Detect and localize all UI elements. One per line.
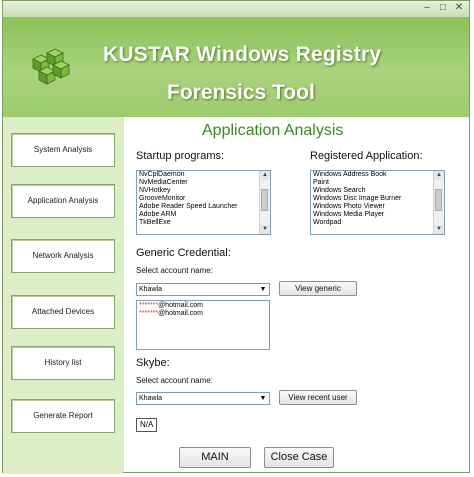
app-window: – □ ✕ KUSTAR Windows Registry Forensics … bbox=[2, 0, 470, 474]
header-banner: KUSTAR Windows Registry Forensics Tool bbox=[3, 17, 469, 117]
list-item[interactable]: *******@hotmail.com bbox=[139, 302, 267, 310]
scroll-down-icon[interactable]: ▼ bbox=[434, 225, 444, 234]
list-item[interactable]: *******@hotmail.com bbox=[139, 310, 267, 318]
list-item[interactable]: NvMediaCenter bbox=[137, 179, 270, 187]
registered-scrollbar[interactable]: ▲ ▼ bbox=[433, 171, 444, 234]
chevron-down-icon[interactable]: ▼ bbox=[257, 284, 269, 295]
scroll-thumb[interactable] bbox=[435, 189, 442, 211]
list-item[interactable]: NvCplDaemon bbox=[137, 171, 270, 179]
network-analysis-button[interactable]: Network Analysis bbox=[11, 239, 115, 273]
close-icon[interactable]: ✕ bbox=[453, 3, 465, 13]
list-item[interactable]: Windows Photo Viewer bbox=[311, 203, 444, 211]
page-title: Application Analysis bbox=[202, 122, 344, 139]
skype-result: N/A bbox=[136, 418, 158, 432]
app-title-line2: Forensics Tool bbox=[167, 81, 315, 104]
view-generic-button[interactable]: View generic bbox=[279, 281, 357, 296]
skype-account-select[interactable]: Khawla ▼ bbox=[136, 392, 270, 405]
generate-report-button[interactable]: Generate Report bbox=[11, 399, 115, 433]
skype-label: Skybe: bbox=[136, 357, 170, 369]
list-item[interactable]: Windows Media Player bbox=[311, 211, 444, 219]
generic-account-select[interactable]: Khawla ▼ bbox=[136, 283, 270, 296]
chevron-down-icon[interactable]: ▼ bbox=[257, 393, 269, 404]
generic-accounts-list[interactable]: *******@hotmail.com *******@hotmail.com bbox=[136, 300, 270, 350]
list-item[interactable]: Windows Address Book bbox=[311, 171, 444, 179]
registered-application-list[interactable]: Windows Address Book Paint Windows Searc… bbox=[310, 170, 445, 235]
system-analysis-button[interactable]: System Analysis bbox=[11, 133, 115, 167]
registry-cubes-logo-icon bbox=[32, 48, 70, 85]
list-item[interactable]: Adobe ARM bbox=[137, 211, 270, 219]
skype-account-value: Khawla bbox=[139, 395, 162, 402]
minimize-icon[interactable]: – bbox=[421, 3, 433, 13]
list-item[interactable]: Windows Search bbox=[311, 187, 444, 195]
title-bar: – □ ✕ bbox=[3, 1, 469, 17]
list-item[interactable]: Wordpad bbox=[311, 219, 444, 227]
sidebar: System Analysis Application Analysis Net… bbox=[3, 117, 123, 474]
registered-application-label: Registered Application: bbox=[310, 150, 423, 162]
maximize-icon[interactable]: □ bbox=[437, 3, 449, 13]
close-case-button[interactable]: Close Case bbox=[264, 447, 334, 468]
list-item[interactable]: TkBellExe bbox=[137, 219, 270, 227]
startup-scrollbar[interactable]: ▲ ▼ bbox=[259, 171, 270, 234]
skype-select-account-label: Select account name: bbox=[136, 376, 213, 385]
list-item[interactable]: GrooveMonitor bbox=[137, 195, 270, 203]
generic-credential-label: Generic Credential: bbox=[136, 247, 231, 259]
scroll-down-icon[interactable]: ▼ bbox=[260, 225, 270, 234]
main-panel: Application Analysis Startup programs: N… bbox=[124, 117, 469, 472]
startup-programs-list[interactable]: NvCplDaemon NvMediaCenter NVHotkey Groov… bbox=[136, 170, 271, 235]
scroll-up-icon[interactable]: ▲ bbox=[260, 171, 270, 180]
view-recent-user-button[interactable]: View recent user bbox=[279, 390, 357, 405]
app-title-line1: KUSTAR Windows Registry bbox=[103, 43, 382, 66]
generic-account-value: Khawla bbox=[139, 286, 162, 293]
account-domain: @hotmail.com bbox=[158, 302, 203, 309]
list-item[interactable]: Paint bbox=[311, 179, 444, 187]
main-button[interactable]: MAIN bbox=[179, 447, 251, 468]
redacted-username: ******* bbox=[139, 302, 159, 309]
redacted-username: ******* bbox=[139, 310, 159, 317]
attached-devices-button[interactable]: Attached Devices bbox=[11, 295, 115, 329]
list-item[interactable]: Windows Disc Image Burner bbox=[311, 195, 444, 203]
scroll-thumb[interactable] bbox=[261, 189, 268, 211]
scroll-up-icon[interactable]: ▲ bbox=[434, 171, 444, 180]
list-item[interactable]: NVHotkey bbox=[137, 187, 270, 195]
startup-programs-label: Startup programs: bbox=[136, 150, 225, 162]
generic-select-account-label: Select account name: bbox=[136, 266, 213, 275]
list-item[interactable]: Adobe Reader Speed Launcher bbox=[137, 203, 270, 211]
application-analysis-button[interactable]: Application Analysis bbox=[11, 184, 115, 218]
account-domain: @hotmail.com bbox=[158, 310, 203, 317]
history-list-button[interactable]: History list bbox=[11, 346, 115, 380]
